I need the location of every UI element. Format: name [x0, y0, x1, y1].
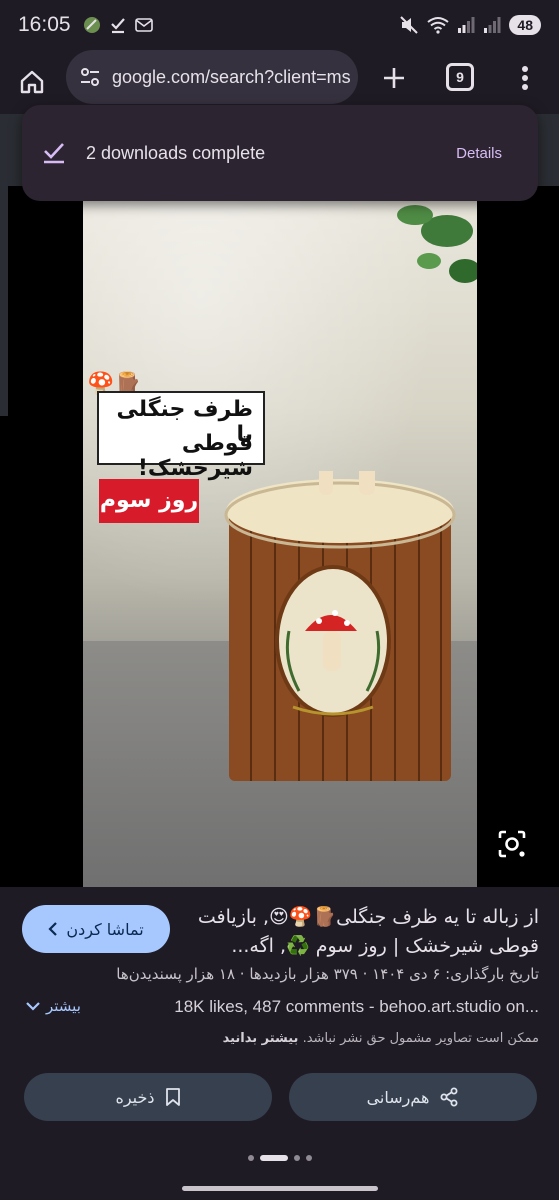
status-time: 16:05 — [18, 13, 71, 36]
signal-2-icon — [484, 17, 501, 33]
save-label: ذخیره — [115, 1087, 155, 1107]
more-button[interactable]: بیشتر — [26, 997, 81, 1015]
home-button[interactable] — [10, 60, 54, 104]
mail-icon — [134, 18, 153, 32]
browser-menu-button[interactable] — [510, 58, 540, 98]
tab-switcher-button[interactable]: 9 — [446, 63, 474, 91]
copyright-notice: ممکن است تصاویر مشمول حق نشر نباشد. بیشت… — [19, 1031, 539, 1046]
status-bar: 16:05 48 — [0, 0, 559, 50]
result-title[interactable]: از زباله تا یه ظرف جنگلی🪵🍄😍, بازیافت قوط… — [179, 903, 539, 961]
details-button[interactable]: Details — [456, 145, 502, 162]
watch-button-label: تماشا کردن — [66, 919, 144, 939]
page-edge — [0, 186, 8, 416]
site-settings-icon[interactable] — [78, 65, 102, 89]
share-label: هم‌رسانی — [366, 1087, 430, 1107]
home-icon — [20, 70, 44, 94]
mute-icon — [400, 16, 419, 34]
plus-icon — [384, 68, 404, 88]
wifi-icon — [427, 17, 450, 34]
battery-indicator: 48 — [509, 15, 541, 35]
save-button[interactable]: ذخیره — [24, 1073, 272, 1121]
bookmark-icon — [165, 1088, 180, 1106]
download-done-icon — [110, 18, 125, 34]
upload-meta: تاریخ بارگذاری: ۶ دی ۱۴۰۴ · ۳۷۹ هزار باز… — [116, 965, 539, 983]
signal-icon — [458, 17, 475, 33]
page-indicator — [0, 1155, 559, 1161]
address-bar[interactable]: google.com/search?client=ms — [66, 50, 358, 104]
result-image[interactable]: 🍄🪵 ظرف جنگلی با قوطی شیرخشک! روز سوم — [83, 201, 477, 887]
share-icon — [440, 1087, 458, 1107]
url-text[interactable]: google.com/search?client=ms — [112, 67, 352, 88]
chevron-left-icon — [48, 922, 58, 936]
snackbar-message: 2 downloads complete — [86, 142, 266, 163]
more-vert-icon — [522, 66, 528, 90]
caption-box: ظرف جنگلی با قوطی شیرخشک! — [97, 391, 265, 481]
pager-dot-active — [259, 1155, 288, 1161]
downloads-snackbar: 2 downloads complete Details — [22, 105, 538, 201]
share-button[interactable]: هم‌رسانی — [289, 1073, 537, 1121]
pager-dot — [305, 1155, 312, 1161]
pager-dot — [247, 1155, 254, 1161]
download-done-icon — [44, 143, 64, 164]
leaf-app-icon — [83, 17, 100, 33]
source-stats[interactable]: 18K likes, 487 comments - behoo.art.stud… — [129, 997, 539, 1017]
wooden-pot — [224, 471, 456, 781]
lens-search-icon[interactable] — [496, 828, 528, 860]
system-icons: 48 — [399, 15, 541, 35]
new-tab-button[interactable] — [374, 58, 414, 98]
more-label: بیشتر — [46, 997, 81, 1015]
plant-leaves — [397, 205, 477, 283]
learn-more-link[interactable]: بیشتر بدانید — [223, 1031, 299, 1046]
chevron-down-icon — [26, 1002, 40, 1011]
gesture-bar[interactable] — [182, 1186, 378, 1191]
result-details-panel: تماشا کردن از زباله تا یه ظرف جنگلی🪵🍄😍, … — [0, 887, 559, 1200]
watch-button[interactable]: تماشا کردن — [22, 905, 170, 953]
pager-dot — [293, 1155, 300, 1161]
copyright-text: ممکن است تصاویر مشمول حق نشر نباشد. — [302, 1031, 539, 1046]
day-label: روز سوم — [99, 479, 199, 523]
notification-icons — [83, 16, 153, 34]
